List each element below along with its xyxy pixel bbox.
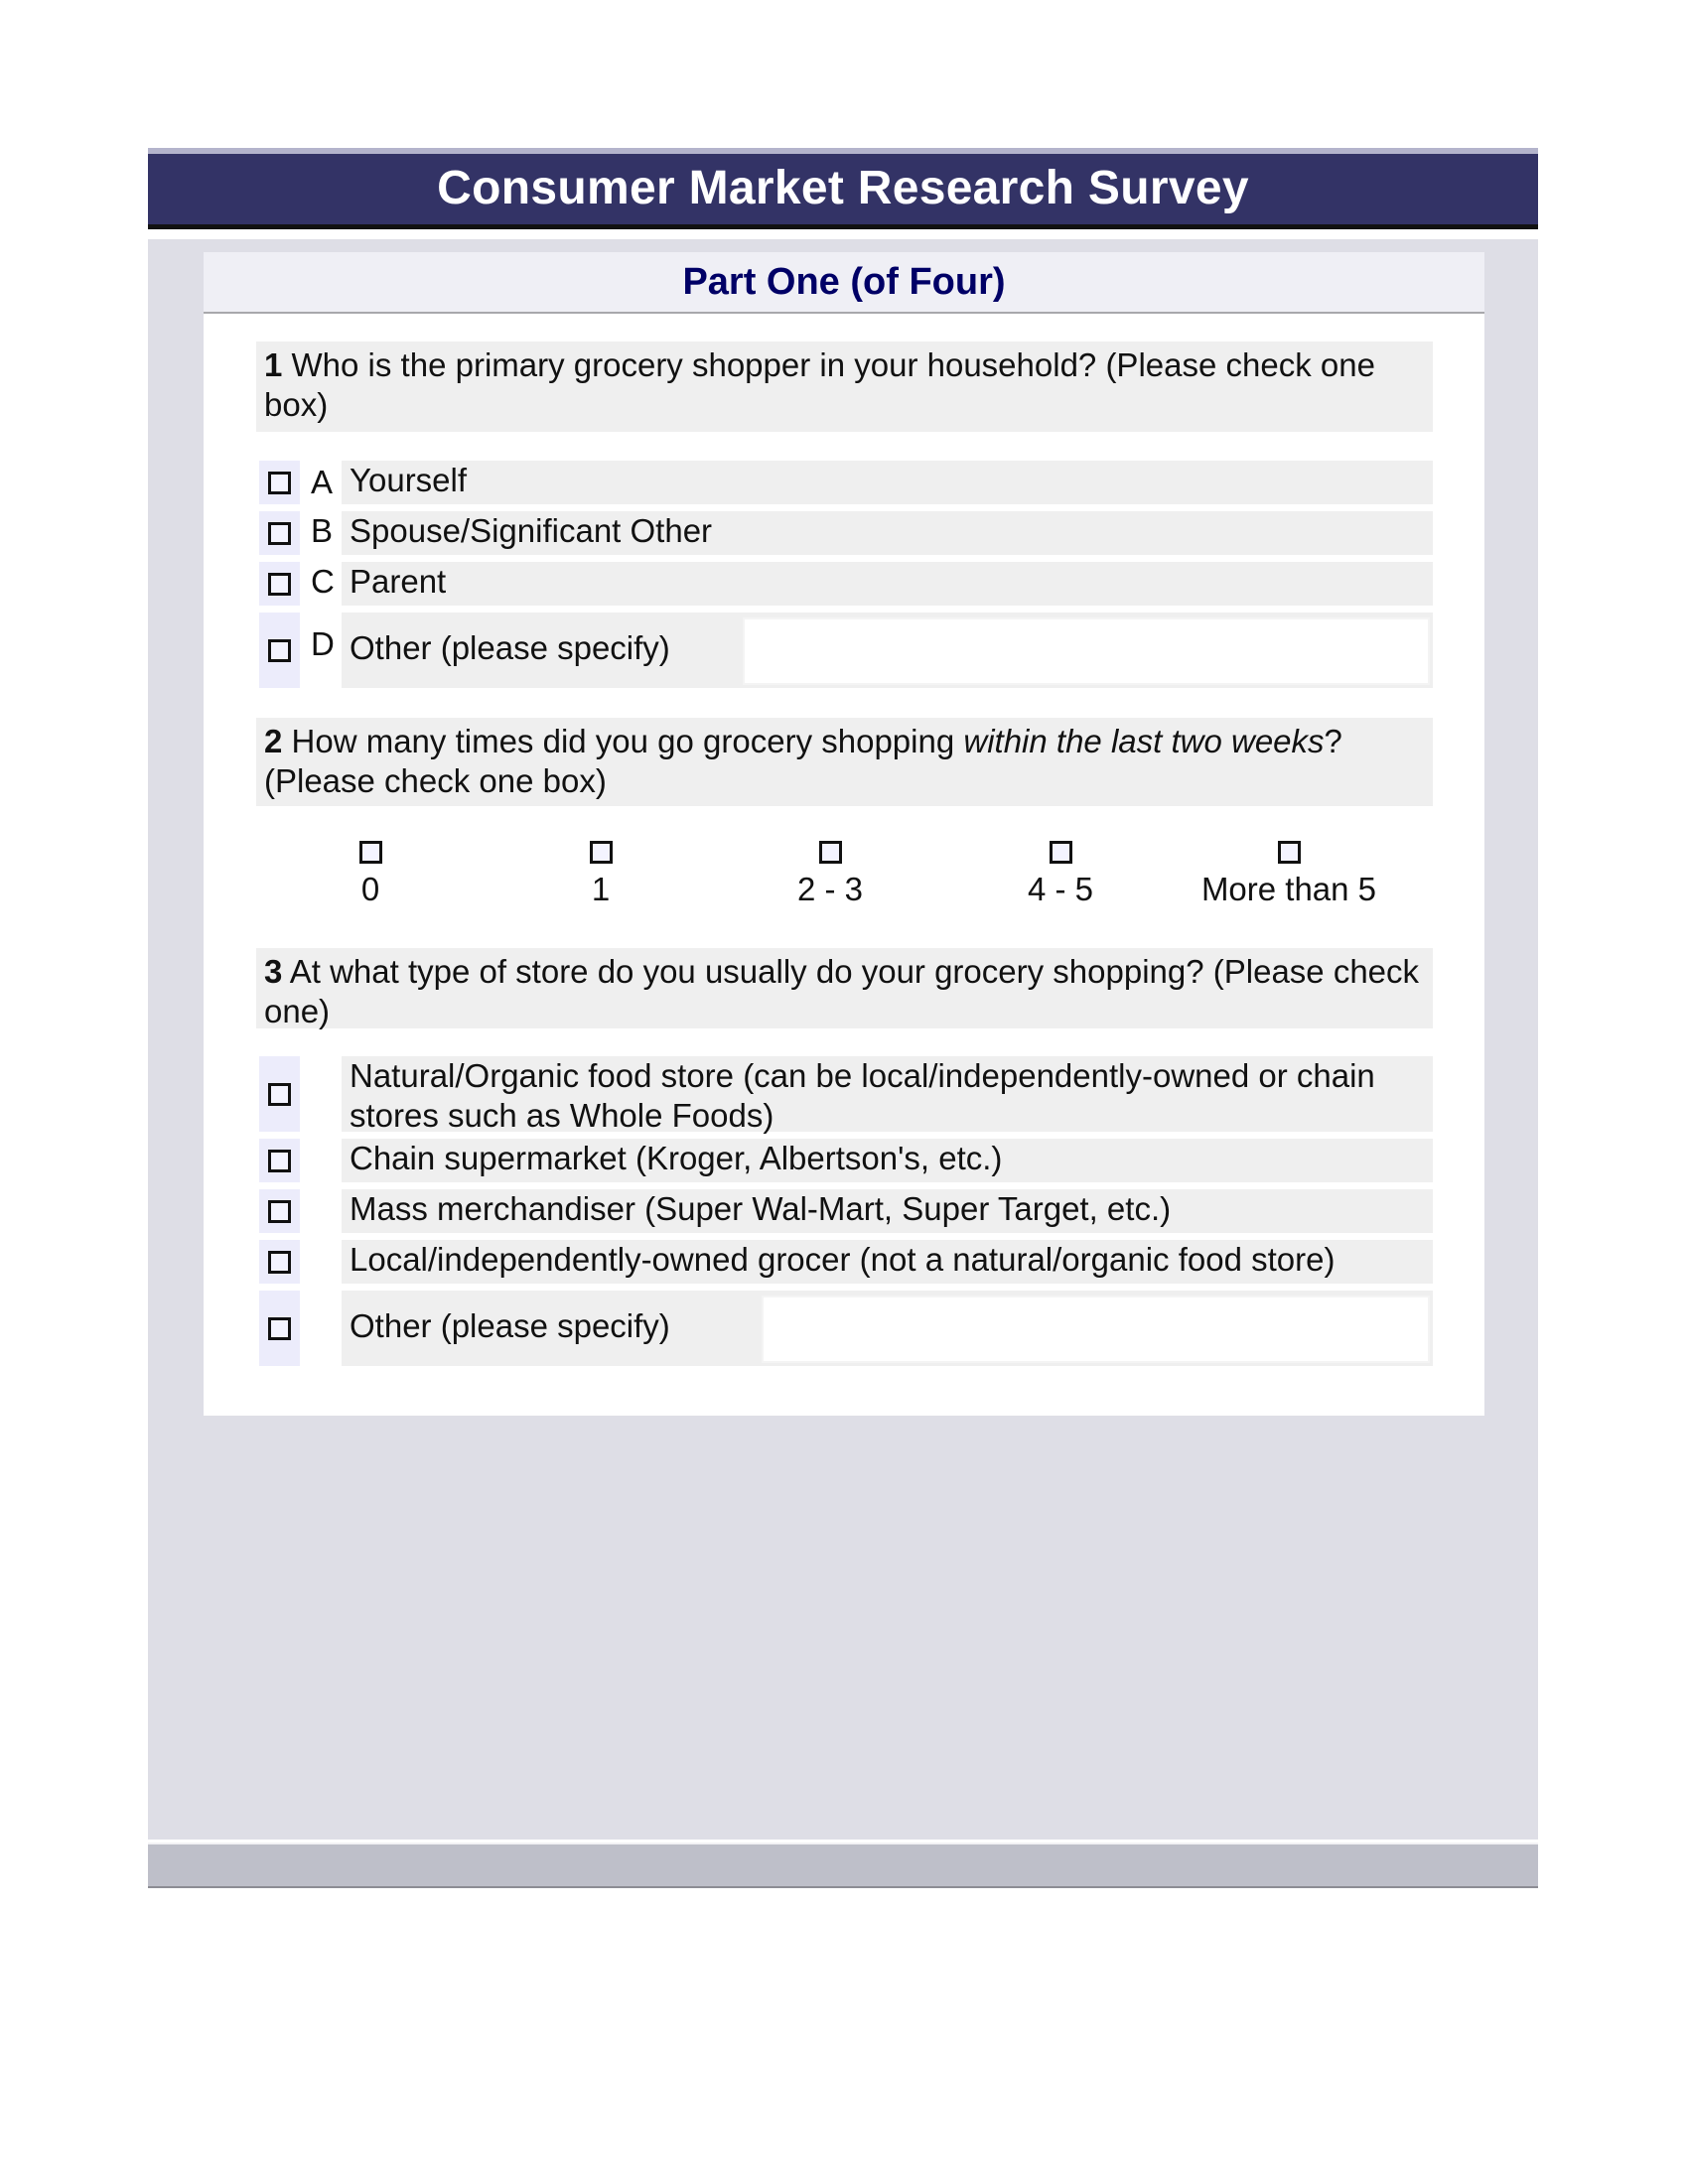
option-label: Yourself	[342, 461, 1433, 504]
question-number: 1	[264, 346, 283, 383]
checkbox-q1-b[interactable]	[268, 522, 291, 545]
option-letter: B	[311, 512, 334, 549]
option-label-text: Other (please specify)	[350, 1307, 670, 1344]
option-label: Mass merchandiser (Super Wal-Mart, Super…	[342, 1189, 1433, 1233]
q3-option-chain-supermarket[interactable]	[259, 1139, 300, 1182]
checkbox-q2-0[interactable]	[358, 841, 382, 864]
q2-option-4-5[interactable]: 4 - 5	[941, 841, 1180, 909]
option-label: 4 - 5	[1027, 871, 1094, 907]
q1-option-a[interactable]	[259, 461, 300, 504]
q3-option-mass-merchandiser[interactable]	[259, 1189, 300, 1233]
option-label: Spouse/Significant Other	[342, 511, 1433, 555]
option-label: Natural/Organic food store (can be local…	[342, 1056, 1433, 1134]
checkbox-q3-natural-organic[interactable]	[268, 1083, 291, 1106]
option-label-text: Other (please specify)	[350, 629, 670, 666]
question-prompt: How many times did you go grocery shoppi…	[291, 723, 964, 759]
q2-option-more-than-5[interactable]: More than 5	[1170, 841, 1408, 909]
checkbox-q1-c[interactable]	[268, 573, 291, 596]
option-label: Parent	[342, 562, 1433, 606]
option-label: 1	[591, 871, 611, 907]
q1-option-c[interactable]	[259, 562, 300, 606]
q2-option-1[interactable]: 1	[482, 841, 720, 909]
option-label: 2 - 3	[796, 871, 864, 907]
section-title: Part One (of Four)	[682, 261, 1006, 303]
q3-other-specify-input[interactable]	[762, 1296, 1430, 1363]
checkbox-q2-4-5[interactable]	[1049, 841, 1072, 864]
checkbox-q2-more-than-5[interactable]	[1277, 841, 1301, 864]
checkbox-q3-chain-supermarket[interactable]	[268, 1150, 291, 1172]
q1-other-specify-input[interactable]	[743, 617, 1430, 685]
survey-card: Part One (of Four) 1 Who is the primary …	[204, 252, 1484, 1416]
checkbox-q1-d[interactable]	[268, 639, 291, 662]
checkbox-q3-other[interactable]	[268, 1317, 291, 1340]
option-label: Local/independently-owned grocer (not a …	[342, 1240, 1433, 1284]
q3-option-local-grocer[interactable]	[259, 1240, 300, 1284]
q3-option-natural-organic[interactable]	[259, 1056, 300, 1132]
q2-option-0[interactable]: 0	[251, 841, 490, 909]
q3-option-other[interactable]	[259, 1291, 300, 1366]
question-number: 3	[264, 953, 283, 990]
q1-option-d[interactable]	[259, 613, 300, 688]
option-letter: C	[311, 563, 335, 600]
question-2-text: 2 How many times did you go grocery shop…	[256, 718, 1433, 806]
option-label: Chain supermarket (Kroger, Albertson's, …	[342, 1139, 1433, 1182]
survey-title-bar: Consumer Market Research Survey	[148, 148, 1538, 229]
question-number: 2	[264, 723, 283, 759]
question-3-text: 3 At what type of store do you usually d…	[256, 948, 1433, 1029]
option-letter: A	[311, 464, 334, 500]
option-letter: D	[311, 625, 335, 662]
option-label: 0	[360, 871, 380, 907]
footer-bar	[148, 1843, 1538, 1888]
checkbox-q3-local-grocer[interactable]	[268, 1251, 291, 1274]
checkbox-q2-2-3[interactable]	[818, 841, 842, 864]
question-prompt: Who is the primary grocery shopper in yo…	[264, 346, 1375, 423]
q2-option-2-3[interactable]: 2 - 3	[711, 841, 949, 909]
checkbox-q3-mass-merchandiser[interactable]	[268, 1200, 291, 1223]
question-1-text: 1 Who is the primary grocery shopper in …	[256, 341, 1433, 432]
q1-option-b[interactable]	[259, 511, 300, 555]
checkbox-q2-1[interactable]	[589, 841, 613, 864]
question-emphasis: within the last two weeks	[963, 723, 1325, 759]
question-prompt: At what type of store do you usually do …	[264, 953, 1420, 1029]
section-header: Part One (of Four)	[204, 252, 1484, 314]
option-label: More than 5	[1200, 871, 1377, 907]
checkbox-q1-a[interactable]	[268, 472, 291, 494]
survey-title: Consumer Market Research Survey	[437, 162, 1249, 214]
